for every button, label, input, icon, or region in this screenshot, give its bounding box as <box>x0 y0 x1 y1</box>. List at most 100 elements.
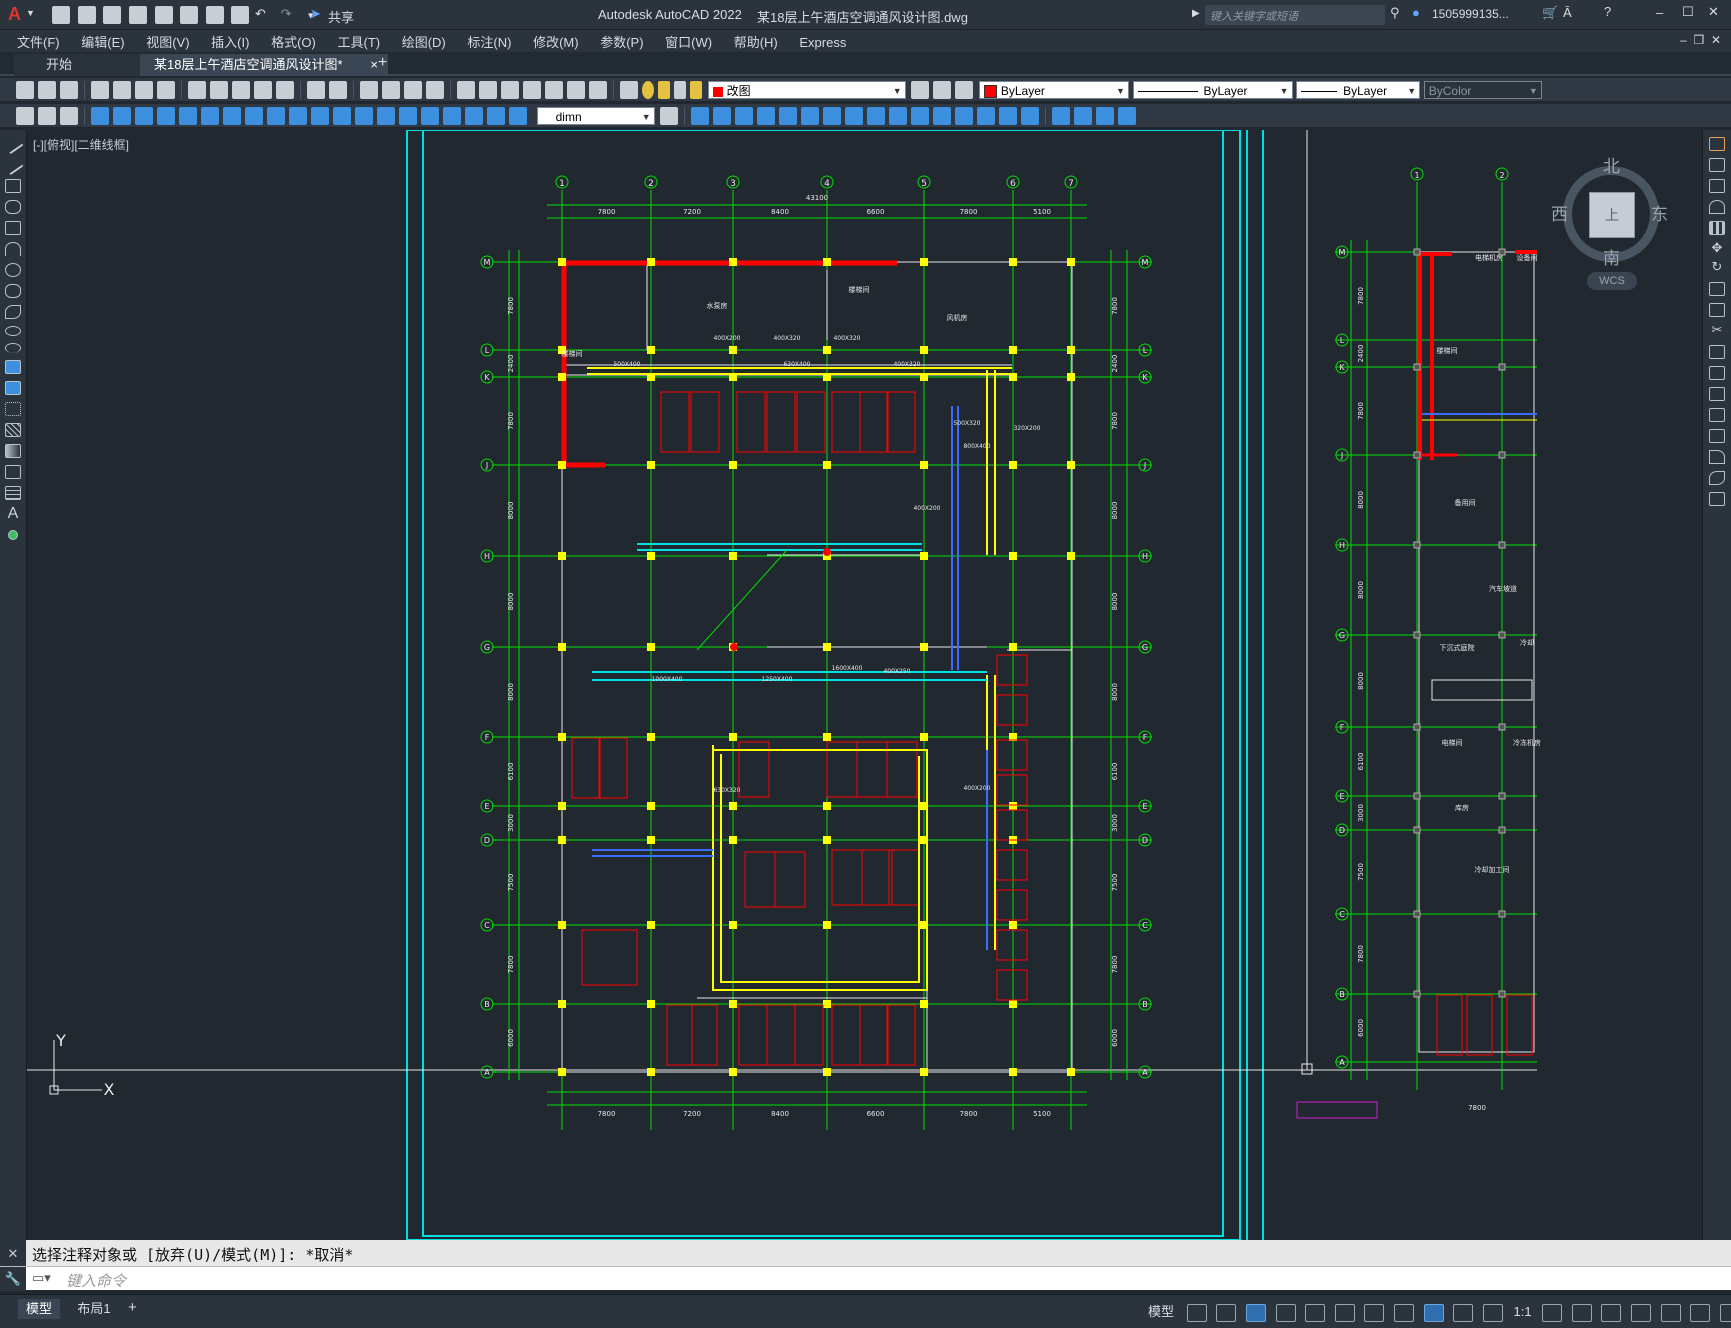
menu-insert[interactable]: 插入(I) <box>202 30 258 51</box>
point-icon[interactable] <box>5 402 21 416</box>
menu-help[interactable]: 帮助(H) <box>725 30 787 51</box>
dim-space-icon[interactable] <box>333 107 351 125</box>
help-icon[interactable]: ? <box>1604 4 1611 19</box>
stretch-icon[interactable] <box>867 107 886 125</box>
wcs-menu[interactable]: WCS <box>1587 272 1637 290</box>
ellipse-icon[interactable] <box>5 326 21 336</box>
tool-palettes-icon[interactable] <box>501 81 519 99</box>
layer-viewport-icon[interactable] <box>674 81 686 99</box>
search-input[interactable]: 键入关键字或短语 <box>1205 5 1385 25</box>
quick-properties-icon[interactable] <box>1631 1303 1652 1322</box>
compass-north[interactable]: 北 <box>1603 152 1620 177</box>
annotation-scale-value[interactable]: 1:1 <box>1514 1304 1532 1319</box>
layer-isolate-icon[interactable] <box>38 107 56 125</box>
layout-tab-model[interactable]: 模型 <box>18 1299 60 1319</box>
trim-icon[interactable] <box>889 107 908 125</box>
join-palette-icon[interactable] <box>1709 408 1725 422</box>
text-front-icon[interactable] <box>1074 107 1093 125</box>
hatch-back-icon[interactable] <box>1096 107 1115 125</box>
copy-palette-icon[interactable] <box>1709 158 1725 172</box>
layer-match-icon[interactable] <box>16 107 34 125</box>
new-tab-button[interactable]: + <box>378 54 387 72</box>
layer-previous-icon[interactable] <box>933 81 952 99</box>
units-icon[interactable] <box>1601 1303 1622 1322</box>
layer-freeze-icon[interactable] <box>658 81 670 99</box>
jogged-linear-icon[interactable] <box>443 107 461 125</box>
chamfer-icon[interactable] <box>977 107 996 125</box>
menu-modify[interactable]: 修改(M) <box>524 30 588 51</box>
help-toolbar-icon[interactable] <box>589 81 607 99</box>
explode-icon[interactable] <box>1021 107 1040 125</box>
recent-commands-icon[interactable]: ▭▾ <box>32 1270 51 1286</box>
menu-window[interactable]: 窗口(W) <box>656 30 721 51</box>
trim-palette-icon[interactable]: ✂ <box>1703 322 1731 338</box>
redo-icon[interactable]: ↷ <box>281 6 303 22</box>
share-icon[interactable]: ➤ <box>310 6 321 22</box>
move-palette-icon[interactable]: ✥ <box>1703 240 1731 256</box>
make-current-layer-icon[interactable] <box>911 81 930 99</box>
osnap-toggle-icon[interactable] <box>1364 1303 1385 1322</box>
menu-edit[interactable]: 编辑(E) <box>72 30 133 51</box>
maximize-button[interactable]: ☐ <box>1682 4 1694 20</box>
workspace-gear-icon[interactable] <box>1542 1303 1563 1322</box>
redo-toolbar-icon[interactable] <box>329 81 347 99</box>
undo-icon[interactable]: ↶ <box>255 6 277 22</box>
copy-object-icon[interactable] <box>713 107 732 125</box>
extend-icon[interactable] <box>911 107 930 125</box>
fillet-icon[interactable] <box>999 107 1018 125</box>
close-button[interactable]: ✕ <box>1708 4 1719 20</box>
save-web-icon[interactable] <box>180 6 199 24</box>
open-icon[interactable] <box>38 81 56 99</box>
plot-icon[interactable] <box>205 6 224 24</box>
arc-icon[interactable] <box>5 242 21 256</box>
compass-west[interactable]: 西 <box>1551 200 1568 225</box>
model-space-toggle[interactable]: 模型 <box>1148 1304 1174 1319</box>
compass-south[interactable]: 南 <box>1603 244 1620 269</box>
paste-icon[interactable] <box>232 81 250 99</box>
dim-style-icon[interactable] <box>660 107 679 125</box>
dim-text-edit-icon[interactable] <box>487 107 505 125</box>
array-icon[interactable] <box>779 107 798 125</box>
rotate-palette-icon[interactable]: ↻ <box>1703 259 1731 275</box>
pan-icon[interactable] <box>360 81 378 99</box>
insert-block-icon[interactable] <box>5 360 21 374</box>
array-palette-icon[interactable] <box>1709 221 1725 235</box>
lineweight-toggle-icon[interactable] <box>1394 1303 1415 1322</box>
arc-length-dim-icon[interactable] <box>135 107 153 125</box>
add-selected-icon[interactable] <box>8 530 18 540</box>
rectangle-icon[interactable] <box>5 221 21 235</box>
plotstyle-dropdown[interactable]: ByColor ▼ <box>1423 81 1542 99</box>
share-button[interactable]: 共享 <box>328 7 354 26</box>
color-dropdown[interactable]: ByLayer ▼ <box>978 81 1129 99</box>
continue-dim-icon[interactable] <box>311 107 329 125</box>
erase-palette-icon[interactable] <box>1709 137 1725 151</box>
save-toolbar-icon[interactable] <box>60 81 78 99</box>
object-track-icon[interactable] <box>1334 1303 1355 1322</box>
fullscreen-icon[interactable] <box>1690 1303 1711 1322</box>
plot-toolbar-icon[interactable] <box>91 81 109 99</box>
chamfer-palette-icon[interactable] <box>1709 429 1725 443</box>
search-expand-icon[interactable]: ▶ <box>1192 8 1200 19</box>
menu-dimension[interactable]: 标注(N) <box>458 30 520 51</box>
join-icon[interactable] <box>955 107 974 125</box>
ellipse-arc-icon[interactable] <box>5 343 21 353</box>
extend-palette-icon[interactable] <box>1709 345 1725 359</box>
open-file-icon[interactable] <box>77 6 96 24</box>
line-icon[interactable] <box>2 133 24 155</box>
region-icon[interactable] <box>5 465 21 479</box>
baseline-dim-icon[interactable] <box>289 107 307 125</box>
model-space-canvas[interactable]: [-][俯视][二维线框] 1 2 3 4 5 6 7 7800 7800 7200 7200 840… <box>27 130 1703 1240</box>
break-palette-icon[interactable] <box>1709 387 1725 401</box>
move-icon[interactable] <box>801 107 820 125</box>
diameter-dim-icon[interactable] <box>223 107 241 125</box>
offset-icon[interactable] <box>757 107 776 125</box>
mirror-icon[interactable] <box>735 107 754 125</box>
cut-icon[interactable] <box>188 81 206 99</box>
doc-window-controls[interactable]: – ❐ ✕ <box>1680 33 1721 47</box>
layer-states-icon[interactable] <box>955 81 974 99</box>
dim-update-icon[interactable] <box>509 107 527 125</box>
quick-dim-icon[interactable] <box>267 107 285 125</box>
spline-icon[interactable] <box>5 305 21 319</box>
search-icon[interactable]: ⚲ <box>1390 5 1400 21</box>
open-web-icon[interactable] <box>154 6 173 24</box>
